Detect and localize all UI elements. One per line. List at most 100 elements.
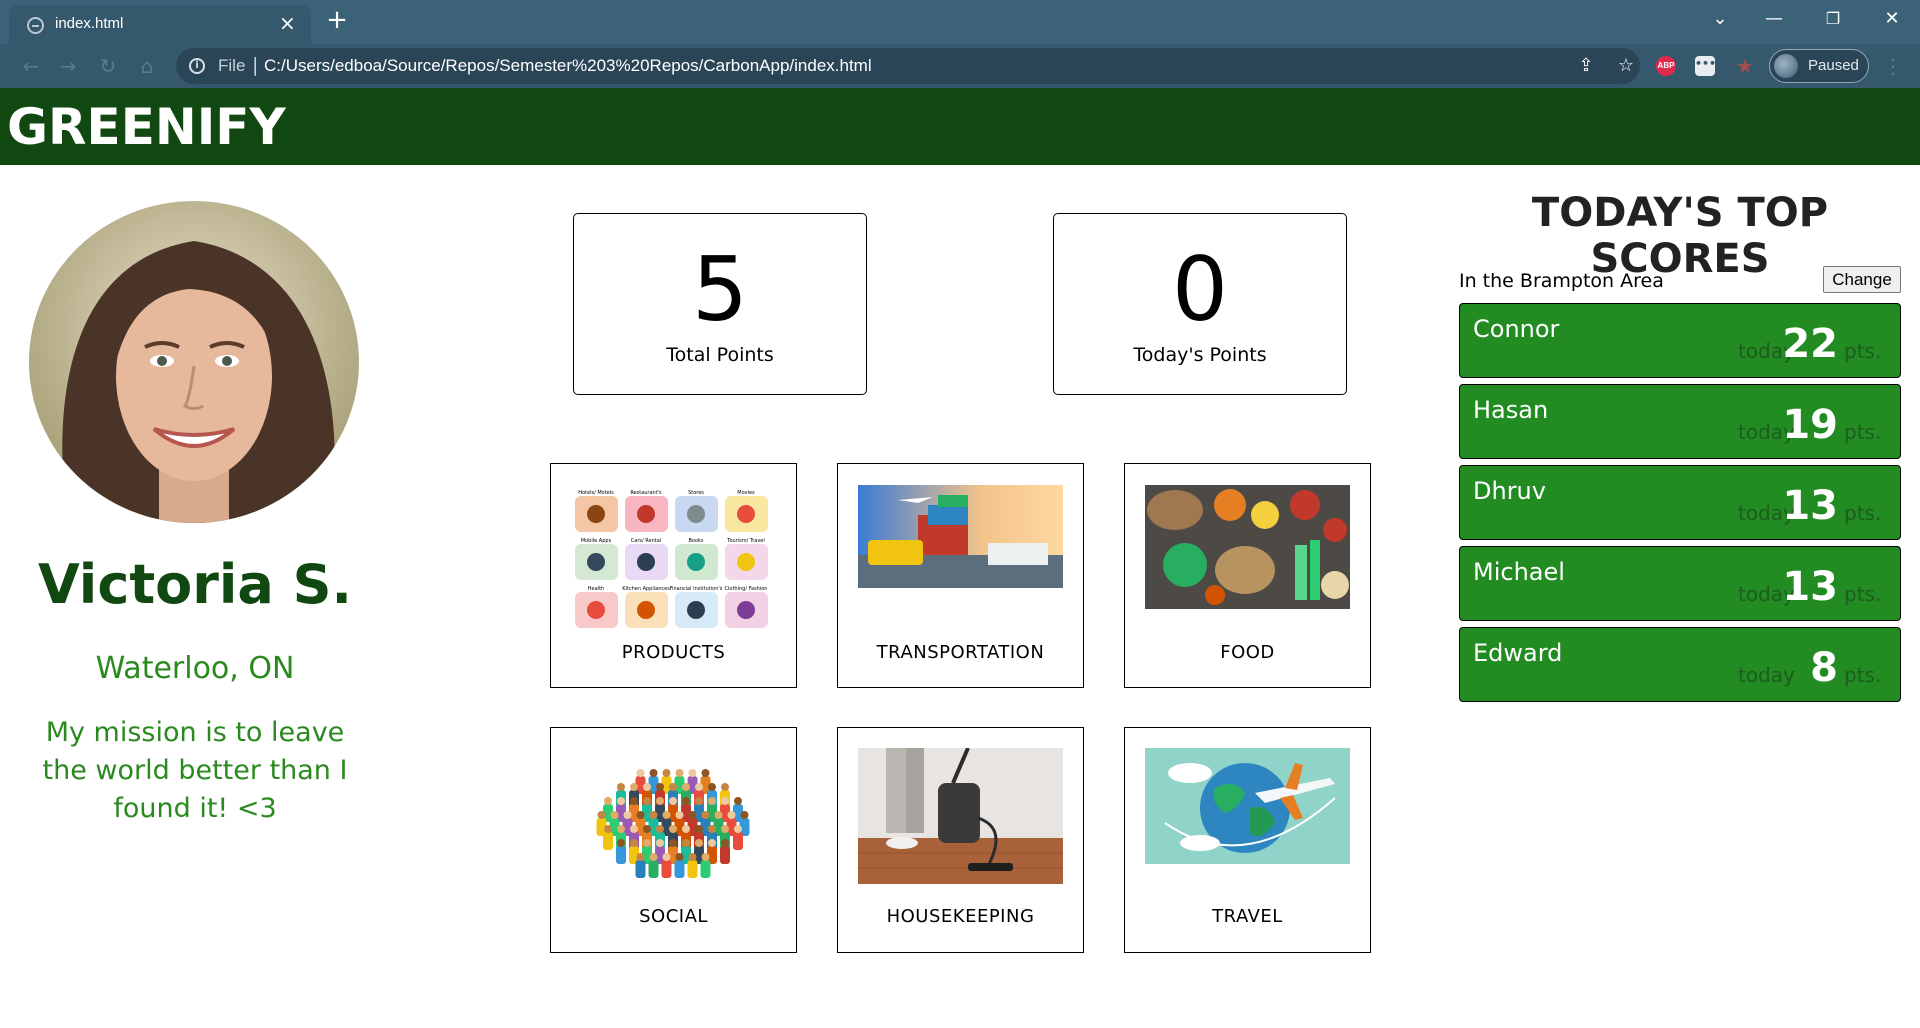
crowd-head <box>669 783 677 791</box>
total-points-label: Total Points <box>666 344 774 366</box>
leaderboard-name: Connor <box>1473 315 1560 343</box>
crowd-head <box>649 769 658 777</box>
crowd-head <box>695 825 703 833</box>
leaderboard-pts-label: pts. <box>1844 663 1882 687</box>
address-bar[interactable]: i File | C:/Users/edboa/Source/Repos/Sem… <box>176 48 1640 84</box>
crowd-head <box>643 797 651 805</box>
extension-puzzle-icon[interactable]: ★ <box>1735 56 1755 76</box>
brand-logo[interactable]: GREENIFY <box>7 98 286 156</box>
change-area-button[interactable]: Change <box>1823 266 1901 293</box>
window-close-icon[interactable]: ✕ <box>1872 6 1912 32</box>
crowd-head <box>734 797 742 805</box>
product-tile-label: Stores <box>688 490 704 496</box>
browser-menu-icon[interactable]: ⋮ <box>1883 54 1903 78</box>
product-tile-icon <box>737 601 755 619</box>
crowd-head <box>656 839 664 847</box>
crowd-head <box>682 825 690 833</box>
profile-location: Waterloo, ON <box>95 651 295 686</box>
crowd-head <box>662 769 671 777</box>
category-label: TRANSPORTATION <box>876 642 1045 663</box>
category-card-products[interactable]: Hotels/ Motels Restaurant's Stores Movies Mo… <box>550 463 797 688</box>
close-tab-icon[interactable]: × <box>279 12 296 34</box>
crowd-head <box>662 853 671 861</box>
crowd-head <box>617 783 625 791</box>
forward-icon[interactable]: → <box>55 53 81 79</box>
total-points-card: 5 Total Points <box>573 213 867 395</box>
leaderboard-row: Dhruv today 13 pts. <box>1459 465 1901 540</box>
new-tab-button[interactable]: + <box>322 6 352 36</box>
info-icon[interactable]: i <box>189 58 205 74</box>
crowd-head <box>688 811 697 819</box>
crowd-head <box>682 839 690 847</box>
crowd-head <box>643 825 651 833</box>
category-card-housekeeping[interactable]: HOUSEKEEPING <box>837 727 1084 953</box>
minimize-icon[interactable]: — <box>1754 6 1794 32</box>
crowd-person <box>700 860 711 878</box>
product-tile-icon <box>687 553 705 571</box>
adblock-extension-icon[interactable]: ABP <box>1656 56 1676 76</box>
crowd-head <box>727 811 736 819</box>
crowd-head <box>649 811 658 819</box>
crowd-head <box>695 839 703 847</box>
category-card-travel[interactable]: TRAVEL <box>1124 727 1371 953</box>
crowd-head <box>617 797 625 805</box>
crowd-head <box>708 797 716 805</box>
home-icon[interactable]: ⌂ <box>134 53 160 79</box>
leaderboard-row: Hasan today 19 pts. <box>1459 384 1901 459</box>
bookmark-star-icon[interactable]: ☆ <box>1614 54 1638 78</box>
url-text[interactable]: C:/Users/edboa/Source/Repos/Semester%203… <box>264 56 872 76</box>
product-tile-icon <box>687 601 705 619</box>
browser-tab[interactable]: index.html × <box>9 5 311 44</box>
leaderboard-name: Edward <box>1473 639 1563 667</box>
crowd-head <box>688 769 697 777</box>
leaderboard-score: 22 <box>1782 321 1838 367</box>
extension-icon[interactable]: ••• <box>1695 56 1716 76</box>
product-tile-icon <box>587 601 605 619</box>
products-image: Hotels/ Motels Restaurant's Stores Movies Mo… <box>571 486 776 631</box>
profile-button[interactable]: Paused <box>1769 49 1869 83</box>
crowd-head <box>630 825 638 833</box>
reload-icon[interactable]: ↻ <box>95 53 121 79</box>
crowd-head <box>604 797 612 805</box>
product-tile-label: Books <box>688 538 703 544</box>
crowd-head <box>669 825 677 833</box>
crowd-head <box>669 839 677 847</box>
crowd-head <box>721 839 729 847</box>
profile-name: Victoria S. <box>37 553 353 616</box>
crowd-head <box>636 853 645 861</box>
crowd-person <box>674 860 685 878</box>
back-icon[interactable]: ← <box>18 53 44 79</box>
product-tile-icon <box>687 505 705 523</box>
product-tile-label: Health <box>588 586 604 592</box>
social-image <box>571 748 776 888</box>
profile-status: Paused <box>1808 57 1859 74</box>
category-card-social[interactable]: SOCIAL <box>550 727 797 953</box>
crowd-head <box>610 811 619 819</box>
crowd-person <box>720 846 730 864</box>
product-tile-label: Hotels/ Motels <box>578 490 614 496</box>
crowd-head <box>695 797 703 805</box>
crowd-head <box>675 811 684 819</box>
leaderboard-pts-label: pts. <box>1844 420 1882 444</box>
category-card-transportation[interactable]: TRANSPORTATION <box>837 463 1084 688</box>
share-icon[interactable]: ⇪ <box>1574 54 1598 78</box>
category-label: TRAVEL <box>1212 906 1283 927</box>
crowd-head <box>675 853 684 861</box>
product-tile-icon <box>587 553 605 571</box>
chevron-down-icon[interactable]: ⌄ <box>1700 6 1740 32</box>
crowd-head <box>630 839 638 847</box>
crowd-head <box>695 783 703 791</box>
crowd-head <box>708 839 716 847</box>
leaderboard-row: Connor today 22 pts. <box>1459 303 1901 378</box>
crowd-head <box>669 797 677 805</box>
category-label: FOOD <box>1220 642 1275 663</box>
crowd-person <box>635 860 646 878</box>
restore-icon[interactable]: ❐ <box>1813 6 1853 32</box>
category-card-food[interactable]: FOOD <box>1124 463 1371 688</box>
browser-tabstrip: index.html × + ⌄ — ❐ ✕ <box>0 0 1920 44</box>
leaderboard-row: Edward today 8 pts. <box>1459 627 1901 702</box>
total-points-value: 5 <box>692 238 748 341</box>
crowd-person <box>603 832 613 850</box>
travel-image <box>1145 748 1350 864</box>
leaderboard-name: Michael <box>1473 558 1565 586</box>
